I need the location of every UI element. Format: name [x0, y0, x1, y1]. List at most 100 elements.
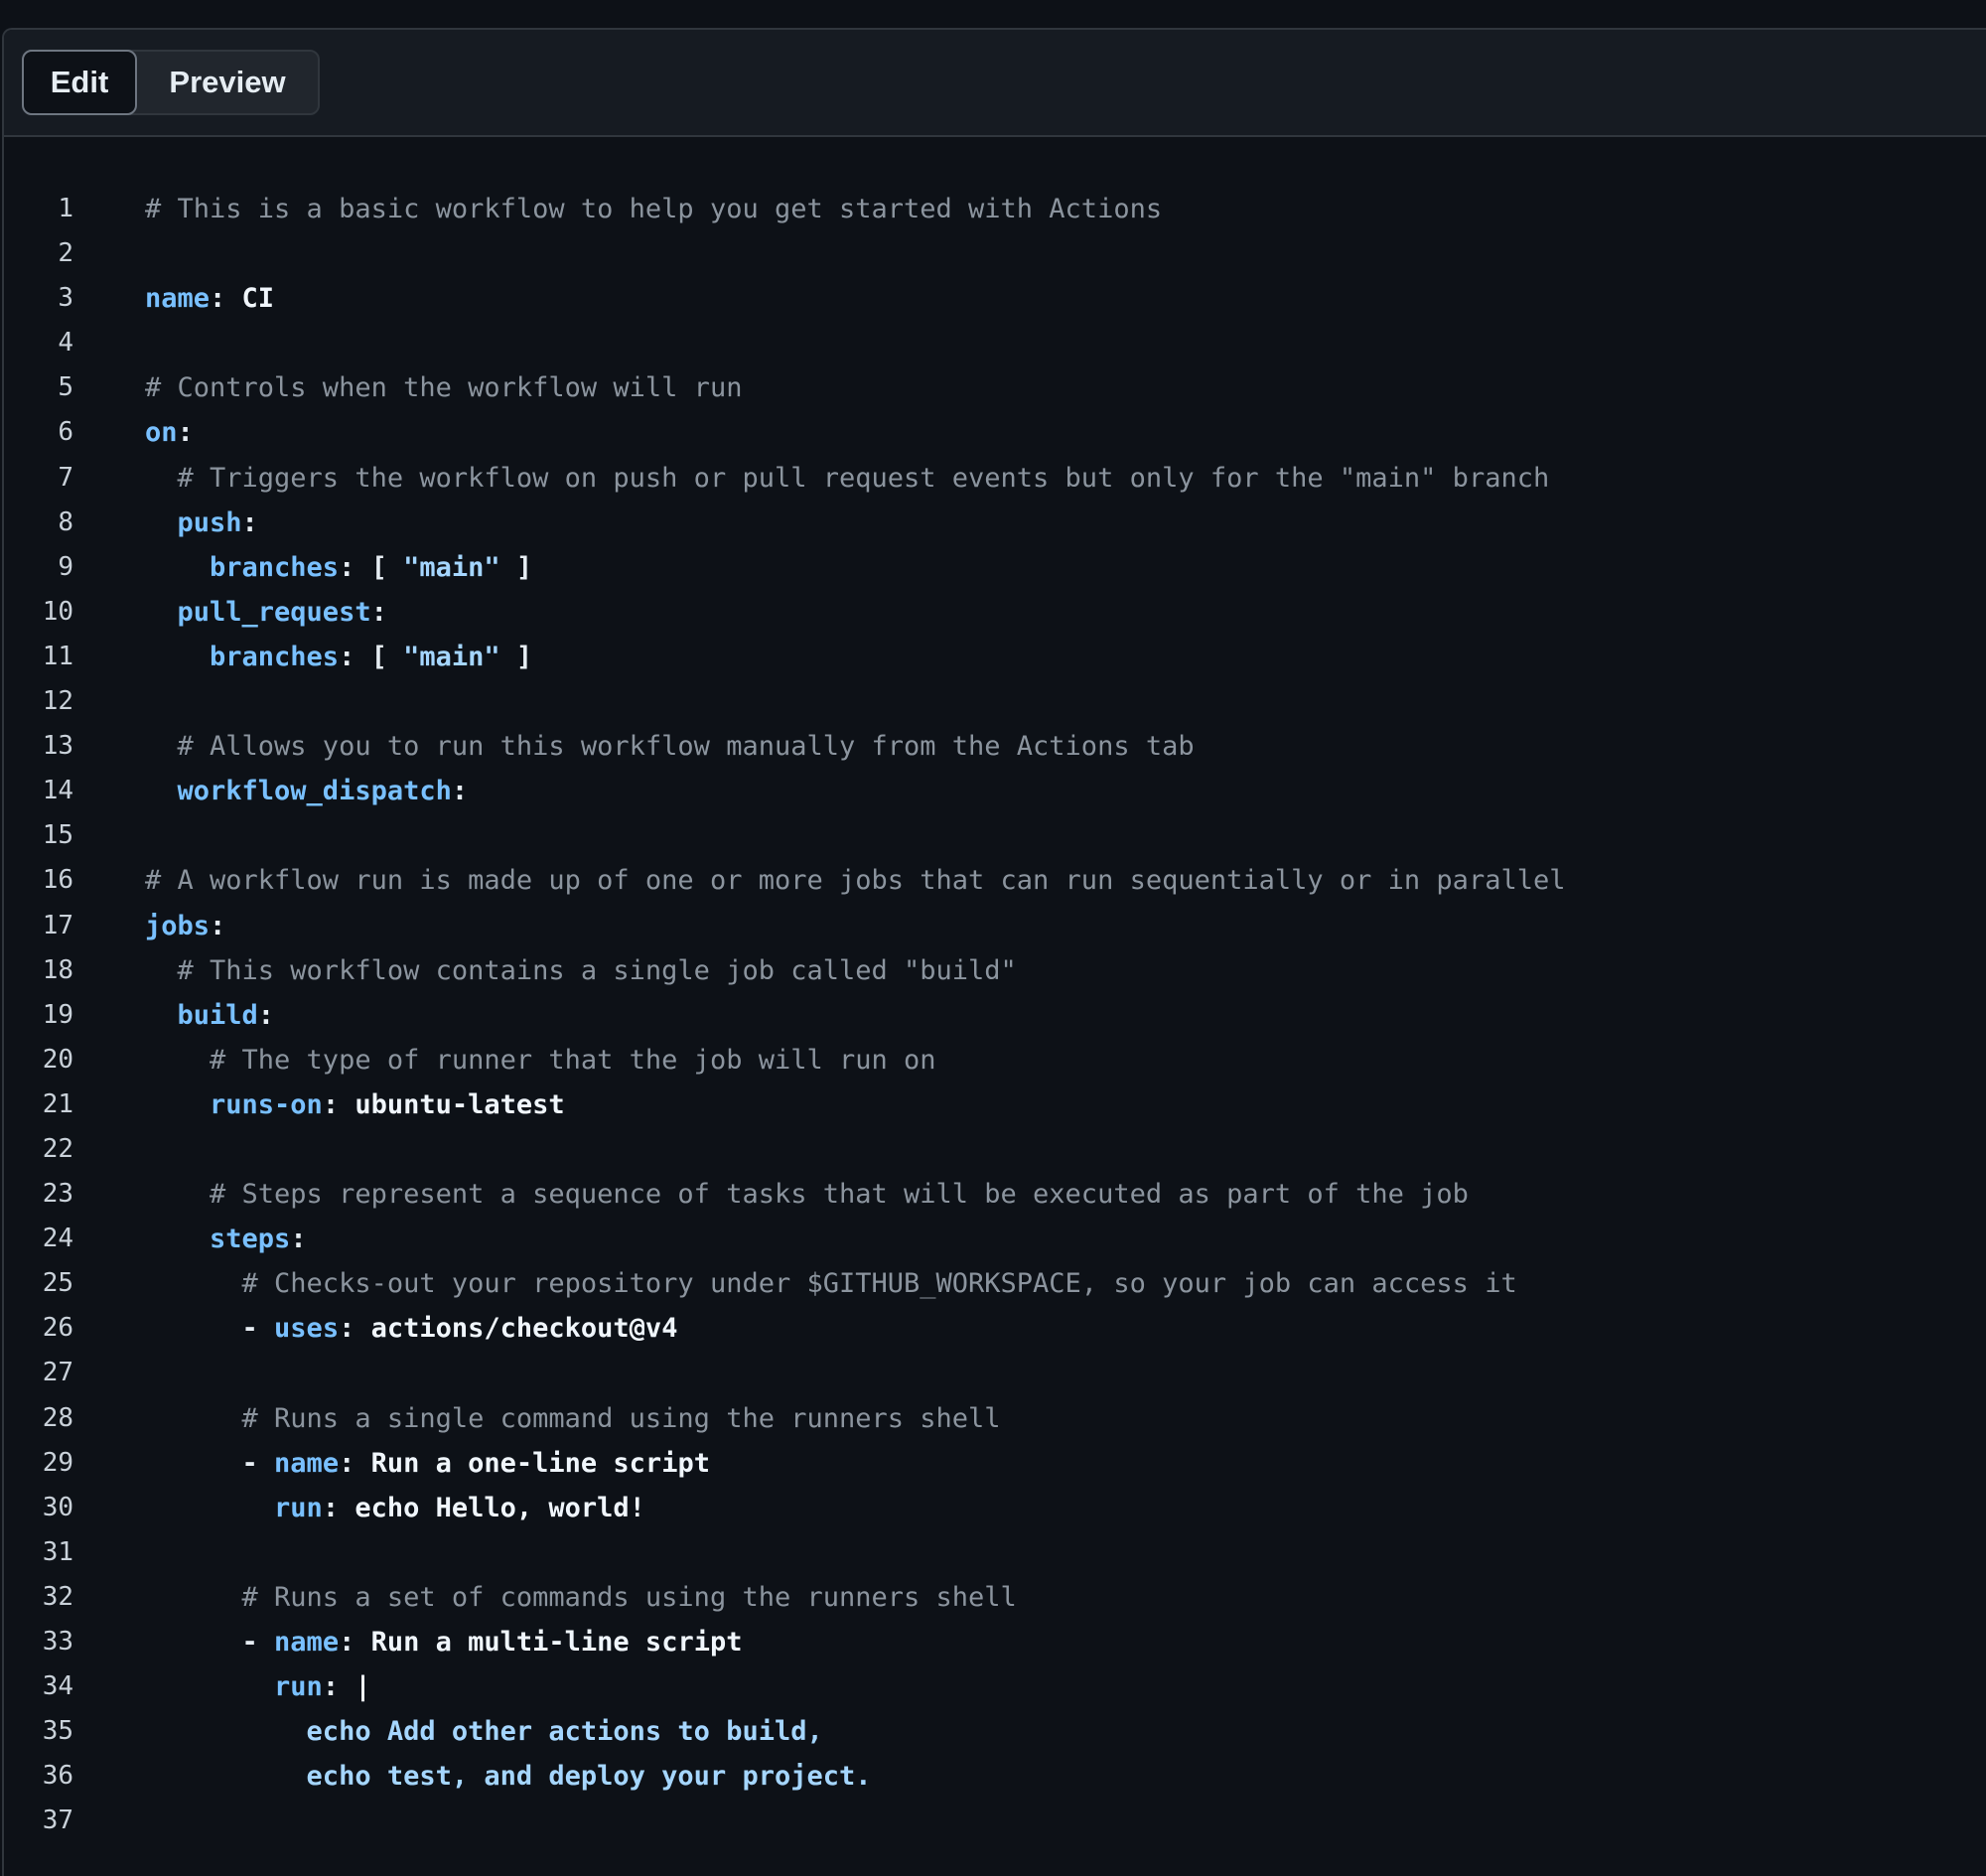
code-token: name [145, 283, 211, 315]
code-line[interactable]: 23 # Steps represent a sequence of tasks… [4, 1172, 1986, 1217]
code-line[interactable]: 32 # Runs a set of commands using the ru… [4, 1575, 1986, 1620]
code-token: Run a one-line script [370, 1447, 710, 1479]
code-token: - [145, 1627, 275, 1658]
code-line[interactable]: 16 # A workflow run is made up of one or … [4, 858, 1986, 903]
code-line[interactable]: 37 [4, 1799, 1986, 1843]
line-text: # Checks-out your repository under $GITH… [145, 1261, 1517, 1306]
tab-edit[interactable]: Edit [22, 50, 137, 115]
line-text: steps: [145, 1217, 307, 1261]
code-token: # Steps represent a sequence of tasks th… [145, 1179, 1469, 1211]
code-line[interactable]: 11 branches: [ "main" ] [4, 635, 1986, 679]
code-line[interactable]: 13 # Allows you to run this workflow man… [4, 724, 1986, 769]
code-token: ] [499, 551, 533, 583]
code-line[interactable]: 6 on: [4, 410, 1986, 455]
code-token: pull_request [145, 596, 371, 628]
line-number: 13 [42, 731, 73, 762]
code-token: branches [145, 551, 340, 583]
line-number: 28 [42, 1402, 73, 1433]
line-number: 5 [58, 372, 73, 403]
code-line[interactable]: 26 - uses: actions/checkout@v4 [4, 1306, 1986, 1351]
code-line[interactable]: 31 [4, 1530, 1986, 1575]
code-token: # A workflow run is made up of one or mo… [145, 865, 1566, 897]
code-line[interactable]: 35 echo Add other actions to build, [4, 1709, 1986, 1754]
code-token: # This workflow contains a single job ca… [145, 954, 1017, 986]
code-line[interactable]: 22 [4, 1127, 1986, 1172]
code-token: : [177, 417, 194, 449]
top-strip [0, 0, 1986, 28]
code-line[interactable]: 19 build: [4, 993, 1986, 1038]
code-token: echo Add other actions to build, [145, 1716, 823, 1748]
line-number: 11 [42, 641, 73, 671]
code-token: : [210, 910, 226, 941]
code-area[interactable]: 1 # This is a basic workflow to help you … [4, 187, 1986, 1843]
line-text: run: echo Hello, world! [145, 1486, 645, 1530]
code-line[interactable]: 36 echo test, and deploy your project. [4, 1754, 1986, 1799]
line-number: 30 [42, 1492, 73, 1522]
code-line[interactable]: 9 branches: [ "main" ] [4, 545, 1986, 590]
code-line[interactable]: 30 run: echo Hello, world! [4, 1486, 1986, 1530]
code-line[interactable]: 29 - name: Run a one-line script [4, 1441, 1986, 1486]
code-token: : [322, 1671, 355, 1703]
code-line[interactable]: 12 [4, 679, 1986, 724]
line-text: name: CI [145, 276, 274, 321]
line-number: 19 [42, 999, 73, 1030]
code-line[interactable]: 14 workflow_dispatch: [4, 769, 1986, 813]
code-line[interactable]: 28 # Runs a single command using the run… [4, 1396, 1986, 1441]
code-line[interactable]: 7 # Triggers the workflow on push or pul… [4, 456, 1986, 501]
code-line[interactable]: 21 runs-on: ubuntu-latest [4, 1082, 1986, 1127]
line-number: 29 [42, 1447, 73, 1478]
code-line[interactable]: 34 run: | [4, 1664, 1986, 1709]
code-token: | [355, 1671, 371, 1703]
code-token: run [145, 1671, 323, 1703]
code-line[interactable]: 20 # The type of runner that the job wil… [4, 1038, 1986, 1082]
code-line[interactable]: 10 pull_request: [4, 590, 1986, 635]
line-number: 7 [58, 462, 73, 493]
code-token: "main" [403, 641, 500, 672]
line-text: - name: Run a one-line script [145, 1441, 710, 1486]
line-number: 22 [42, 1133, 73, 1164]
line-number: 35 [42, 1716, 73, 1747]
line-text: workflow_dispatch: [145, 769, 469, 813]
code-token: # Controls when the workflow will run [145, 372, 743, 404]
code-token: # This is a basic workflow to help you g… [145, 194, 1163, 224]
code-token: branches [145, 641, 340, 672]
code-line[interactable]: 2 [4, 231, 1986, 276]
line-text: # The type of runner that the job will r… [145, 1038, 936, 1082]
line-text: # This workflow contains a single job ca… [145, 948, 1017, 993]
code-line[interactable]: 25 # Checks-out your repository under $G… [4, 1261, 1986, 1306]
line-text: - uses: actions/checkout@v4 [145, 1306, 678, 1351]
line-number: 8 [58, 506, 73, 537]
code-line[interactable]: 8 push: [4, 501, 1986, 545]
code-line[interactable]: 5 # Controls when the workflow will run [4, 365, 1986, 410]
code-token: push [145, 506, 242, 538]
code-editor[interactable]: Edit Preview 1 # This is a basic workflow… [2, 28, 1986, 1876]
editor-toolbar: Edit Preview [4, 30, 1986, 137]
line-text: # Runs a set of commands using the runne… [145, 1575, 1017, 1620]
code-line[interactable]: 4 [4, 321, 1986, 365]
code-line[interactable]: 15 [4, 813, 1986, 858]
line-number: 33 [42, 1627, 73, 1657]
code-token: # Triggers the workflow on push or pull … [145, 462, 1550, 494]
line-text: jobs: [145, 904, 225, 948]
line-number: 32 [42, 1581, 73, 1612]
code-token: on [145, 417, 178, 449]
code-line[interactable]: 1 # This is a basic workflow to help you … [4, 187, 1986, 231]
code-line[interactable]: 18 # This workflow contains a single job… [4, 948, 1986, 993]
line-number: 6 [58, 417, 73, 448]
line-number: 10 [42, 596, 73, 627]
line-number: 17 [42, 910, 73, 940]
code-line[interactable]: 17 jobs: [4, 904, 1986, 948]
code-line[interactable]: 33 - name: Run a multi-line script [4, 1620, 1986, 1664]
line-number: 26 [42, 1313, 73, 1344]
code-line[interactable]: 27 [4, 1351, 1986, 1395]
code-token: name [274, 1447, 340, 1479]
code-line[interactable]: 3 name: CI [4, 276, 1986, 321]
line-number: 1 [58, 194, 73, 223]
code-token: workflow_dispatch [145, 776, 452, 807]
code-line[interactable]: 24 steps: [4, 1217, 1986, 1261]
line-text: # A workflow run is made up of one or mo… [145, 858, 1565, 903]
code-token: Run a multi-line script [370, 1627, 743, 1658]
tab-preview[interactable]: Preview [137, 52, 318, 113]
line-text: on: [145, 410, 194, 455]
page: Edit Preview 1 # This is a basic workflow… [0, 0, 1986, 1876]
